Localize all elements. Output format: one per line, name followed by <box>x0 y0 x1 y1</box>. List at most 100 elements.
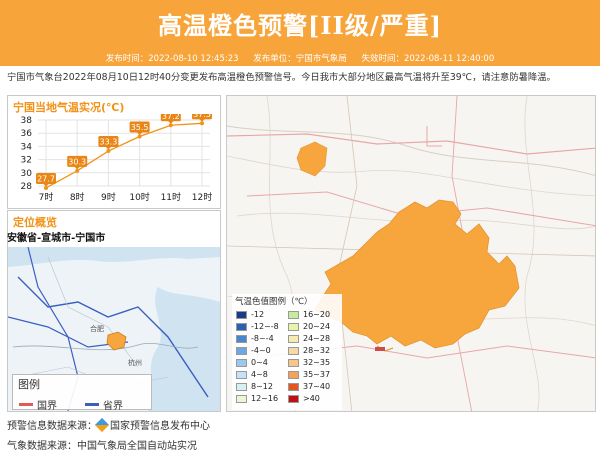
temperature-legend-label: 12~16 <box>251 394 279 403</box>
temperature-point[interactable] <box>137 134 142 139</box>
temperature-legend-item: 28~32 <box>288 346 330 355</box>
legend-national-border: 国界 <box>19 397 57 412</box>
y-tick-label: 34 <box>21 142 33 152</box>
y-tick-label: 38 <box>21 116 33 126</box>
weather-source: 气象数据来源：中国气象局全国自动站实况 <box>7 437 197 452</box>
temperature-data-label: 35.5 <box>131 123 149 132</box>
warning-center-name: 国家预警信息发布中心 <box>110 421 210 432</box>
temperature-point[interactable] <box>75 168 80 173</box>
temperature-legend-item: 0~4 <box>236 358 268 367</box>
temperature-legend-title: 气温色值图例（℃） <box>235 297 313 307</box>
temperature-legend-swatch <box>236 310 247 319</box>
temperature-legend-item: 37~40 <box>288 382 330 391</box>
temperature-legend-item: 32~35 <box>288 358 330 367</box>
warning-banner: 高温橙色预警[II级/严重] <box>0 0 600 52</box>
temperature-legend-label: 28~32 <box>303 346 331 355</box>
y-tick-label: 28 <box>21 182 33 192</box>
temperature-data-label: 33.3 <box>99 138 117 147</box>
issuer: 发布单位：宁国市气象局 <box>253 54 347 64</box>
y-tick-label: 36 <box>21 129 33 139</box>
national-border-label: 国界 <box>37 401 57 412</box>
temperature-legend-swatch <box>288 370 299 379</box>
x-tick-label: 7时 <box>39 191 54 203</box>
x-tick-label: 9时 <box>101 191 116 203</box>
weather-source-label: 气象数据来源：中国气象局全国自动站实况 <box>7 441 197 452</box>
city-label-hefei: 合肥 <box>90 324 104 333</box>
warning-source-label: 预警信息数据来源： <box>7 421 97 432</box>
temperature-legend-item: 24~28 <box>288 334 330 343</box>
temperature-panel-title: 宁国当地气温实况(℃) <box>13 101 125 114</box>
national-border-swatch <box>19 403 33 406</box>
temperature-legend-item: 16~20 <box>288 310 330 319</box>
temperature-label-pointer <box>105 146 112 150</box>
temperature-legend-label: 4~8 <box>251 370 268 379</box>
temperature-data-label: 30.3 <box>68 157 86 166</box>
temperature-legend-swatch <box>236 346 247 355</box>
temperature-legend-item: 8~12 <box>236 382 273 391</box>
y-tick-label: 30 <box>21 169 33 179</box>
temperature-legend-swatch <box>288 322 299 331</box>
temperature-legend-label: 8~12 <box>251 382 273 391</box>
temperature-legend-swatch <box>236 382 247 391</box>
legend-province-border: 省界 <box>85 397 123 412</box>
location-name: 安徽省-宣城市-宁国市 <box>7 233 106 244</box>
temperature-point[interactable] <box>106 149 111 154</box>
temperature-legend-swatch <box>236 394 247 403</box>
temperature-legend-swatch <box>288 310 299 319</box>
temperature-legend-label: 35~37 <box>303 370 331 379</box>
warning-title: 高温橙色预警[II级/严重] <box>158 11 442 40</box>
temperature-legend-swatch <box>288 358 299 367</box>
temperature-legend-item: >40 <box>288 394 320 403</box>
warning-description: 宁国市气象台2022年08月10日12时40分变更发布高温橙色预警信号。今日我市… <box>7 72 556 83</box>
temperature-point[interactable] <box>200 121 204 126</box>
city-label-hangzhou: 杭州 <box>128 358 142 367</box>
temperature-data-label: 37.2 <box>162 114 180 121</box>
temperature-legend-label: 16~20 <box>303 310 331 319</box>
temperature-legend-item: 35~37 <box>288 370 330 379</box>
temperature-legend-swatch <box>236 358 247 367</box>
temperature-legend-swatch <box>288 334 299 343</box>
temperature-legend-item: -8~-4 <box>236 334 274 343</box>
temperature-label-pointer <box>167 120 174 124</box>
temperature-legend-label: 37~40 <box>303 382 331 391</box>
temperature-legend-item: -12~-8 <box>236 322 279 331</box>
x-tick-label: 11时 <box>161 191 181 203</box>
location-panel-title: 定位概览 <box>13 216 57 229</box>
temperature-legend-label: 0~4 <box>251 358 268 367</box>
temperature-legend-label: -12 <box>251 310 265 319</box>
temperature-legend-item: 12~16 <box>236 394 278 403</box>
temperature-legend-swatch <box>236 322 247 331</box>
warning-meta-bar: 发布时间：2022-08-10 12:45:23 发布单位：宁国市气象局 失效时… <box>0 52 600 66</box>
province-border-swatch <box>85 403 99 406</box>
warning-source: 预警信息数据来源： 国家预警信息发布中心 <box>7 417 210 432</box>
x-tick-label: 10时 <box>129 191 149 203</box>
temperature-legend-swatch <box>288 346 299 355</box>
temperature-legend-item: 20~24 <box>288 322 330 331</box>
boundary-legend-title: 图例 <box>18 378 40 391</box>
warning-center-logo-icon <box>94 417 110 432</box>
issue-time: 发布时间：2022-08-10 12:45:23 <box>105 54 239 64</box>
temperature-legend-item: -4~0 <box>236 346 271 355</box>
temperature-legend-label: 20~24 <box>303 322 331 331</box>
temperature-legend-item: -12 <box>236 310 264 319</box>
temperature-legend-label: 24~28 <box>303 334 331 343</box>
temperature-legend-label: -8~-4 <box>251 334 274 343</box>
temperature-color-legend: 气温色值图例（℃） -12 16~20 -12~-8 20~24 -8~-4 24~28 -… <box>232 294 342 410</box>
y-tick-label: 32 <box>21 156 32 166</box>
province-border-label: 省界 <box>103 401 123 412</box>
temperature-legend-item: 4~8 <box>236 370 268 379</box>
temperature-data-label: 27.7 <box>37 174 55 183</box>
temperature-chart: 28 30 32 34 36 38 7时 8时 9时 10时 11时 12时 27.7 30.3 33.3 3… <box>21 114 212 203</box>
temperature-point[interactable] <box>168 123 173 128</box>
x-tick-label: 12时 <box>192 191 212 203</box>
expire-time: 失效时间：2022-08-11 12:40:00 <box>361 54 495 64</box>
temperature-point[interactable] <box>44 185 48 190</box>
temperature-data-label: 37.5 <box>193 114 211 119</box>
temperature-legend-label: 32~35 <box>303 358 331 367</box>
temperature-legend-swatch <box>236 334 247 343</box>
temperature-legend-label: >40 <box>303 394 320 403</box>
temperature-legend-swatch <box>288 382 299 391</box>
boundary-legend: 图例 国界 省界 <box>12 374 152 412</box>
temperature-legend-swatch <box>236 370 247 379</box>
temperature-legend-label: -4~0 <box>251 346 271 355</box>
